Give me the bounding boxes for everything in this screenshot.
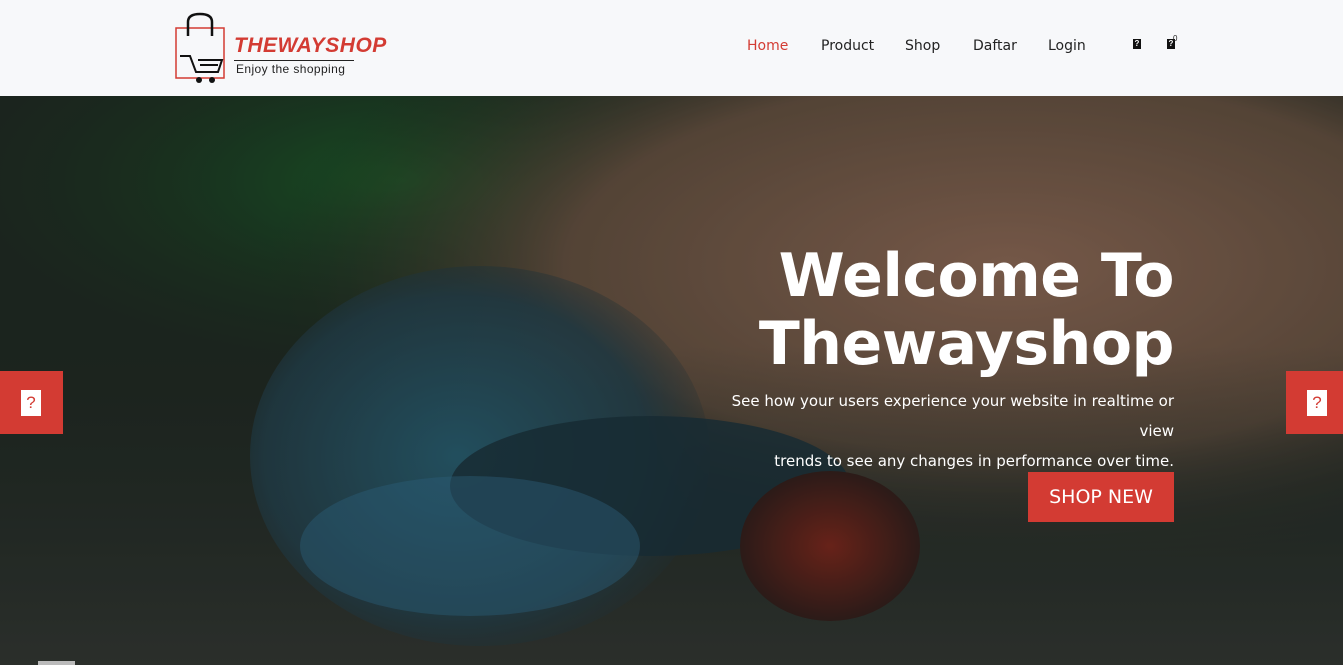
- brand-name: THEWAYSHOP: [234, 34, 387, 57]
- slider-next-button[interactable]: ?: [1286, 371, 1343, 434]
- brand-divider: [234, 60, 354, 61]
- slider-prev-button[interactable]: ?: [0, 371, 63, 434]
- nav-item-home[interactable]: Home: [747, 38, 788, 54]
- hero-subtitle-line-1: See how your users experience your websi…: [731, 392, 1174, 440]
- search-icon[interactable]: ?: [1133, 39, 1141, 49]
- cart-count-badge: 0: [1173, 34, 1178, 43]
- hero-slider: Welcome To Thewayshop See how your users…: [0, 96, 1343, 665]
- next-arrow-icon: ?: [1307, 390, 1327, 416]
- brand-tagline: Enjoy the shopping: [236, 62, 346, 76]
- shop-new-button[interactable]: SHOP NEW: [1028, 472, 1174, 522]
- hero-subtitle: See how your users experience your websi…: [704, 386, 1174, 476]
- hero-background-image: [0, 96, 1343, 665]
- hero-title-line-2: Thewayshop: [758, 309, 1175, 379]
- nav-item-product[interactable]: Product: [821, 38, 874, 54]
- prev-arrow-icon: ?: [21, 390, 41, 416]
- slider-indicator[interactable]: [38, 661, 75, 665]
- site-header: THEWAYSHOP Enjoy the shopping Home Produ…: [0, 0, 1343, 96]
- nav-item-daftar[interactable]: Daftar: [973, 38, 1017, 54]
- shopping-bag-logo-icon: [175, 12, 225, 83]
- nav-item-login[interactable]: Login: [1048, 38, 1086, 54]
- brand-logo[interactable]: THEWAYSHOP Enjoy the shopping: [174, 12, 386, 86]
- hero-title-line-1: Welcome To: [778, 241, 1175, 311]
- nav-item-shop[interactable]: Shop: [905, 38, 940, 54]
- hero-title: Welcome To Thewayshop: [758, 241, 1175, 379]
